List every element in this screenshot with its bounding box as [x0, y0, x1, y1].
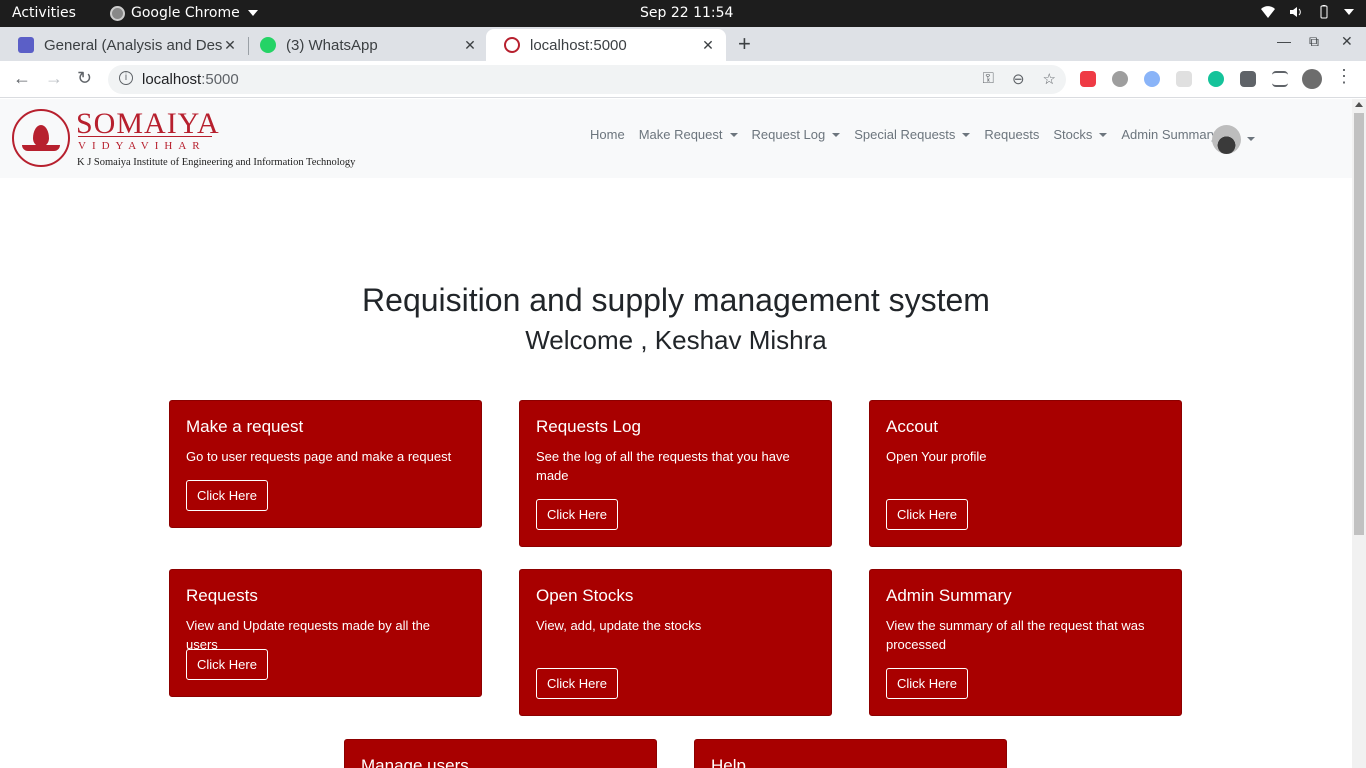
- star-icon[interactable]: ☆: [1043, 70, 1056, 88]
- click-here-button[interactable]: Click Here: [536, 668, 618, 699]
- nav-admin-summary[interactable]: Admin Summary: [1121, 127, 1217, 142]
- grammarly-icon[interactable]: [1208, 71, 1224, 87]
- card-account: Accout Open Your profile Click Here: [869, 400, 1182, 547]
- tab-localhost[interactable]: localhost:5000 ✕: [486, 29, 726, 61]
- click-here-button[interactable]: Click Here: [186, 480, 268, 511]
- tab-teams[interactable]: General (Analysis and Des ✕: [0, 29, 248, 61]
- click-here-button[interactable]: Click Here: [186, 649, 268, 680]
- wifi-icon: [1261, 6, 1275, 18]
- page-scrollbar[interactable]: [1352, 99, 1366, 768]
- clock[interactable]: Sep 22 11:54: [640, 5, 733, 21]
- battery-icon: [1320, 5, 1328, 19]
- card-description: View the summary of all the request that…: [886, 618, 1145, 652]
- volume-icon: [1290, 7, 1301, 17]
- card-requests-log: Requests Log See the log of all the requ…: [519, 400, 832, 547]
- tab-title: localhost:5000: [530, 36, 627, 54]
- restore-button[interactable]: ⧉: [1309, 33, 1319, 50]
- tab-whatsapp[interactable]: (3) WhatsApp ✕: [242, 29, 488, 61]
- app-menu[interactable]: Google Chrome: [110, 5, 258, 21]
- chrome-menu-icon[interactable]: ⋮: [1335, 66, 1353, 87]
- click-here-button[interactable]: Click Here: [536, 499, 618, 530]
- card-description: View, add, update the stocks: [536, 618, 702, 633]
- somaiya-seal-icon: [12, 109, 70, 167]
- scrollbar-thumb[interactable]: [1354, 113, 1364, 535]
- card-description: Open Your profile: [886, 449, 987, 464]
- puzzle-icon[interactable]: [1240, 71, 1256, 87]
- zoom-icon[interactable]: ⊖: [1012, 70, 1025, 88]
- card-description: See the log of all the requests that you…: [536, 449, 790, 483]
- grid-extension-icon[interactable]: [1176, 71, 1192, 87]
- close-icon[interactable]: ✕: [700, 37, 716, 54]
- key-icon[interactable]: ⚿: [983, 70, 994, 88]
- click-here-button[interactable]: Click Here: [886, 499, 968, 530]
- forward-icon[interactable]: →: [45, 68, 63, 89]
- os-top-bar: Activities Google Chrome Sep 22 11:54: [0, 0, 1366, 27]
- address-bar[interactable]: i localhost:5000 ⚿ ⊖ ☆: [108, 65, 1066, 94]
- card-manage-users: Manage users: [344, 739, 657, 768]
- card-make-request: Make a request Go to user requests page …: [169, 400, 482, 528]
- close-icon[interactable]: ✕: [462, 37, 478, 54]
- main-menu: Home Make Request Request Log Special Re…: [590, 127, 1231, 142]
- window-close-button[interactable]: ✕: [1341, 33, 1353, 50]
- institute-name: K J Somaiya Institute of Engineering and…: [77, 157, 356, 168]
- card-description: View and Update requests made by all the…: [186, 618, 431, 652]
- card-description: Go to user requests page and make a requ…: [186, 449, 452, 464]
- info-icon[interactable]: i: [119, 71, 133, 85]
- new-tab-button[interactable]: +: [738, 31, 751, 57]
- scroll-up-icon[interactable]: [1355, 102, 1363, 107]
- page-title: Requisition and supply management system: [362, 282, 990, 318]
- card-open-stocks: Open Stocks View, add, update the stocks…: [519, 569, 832, 716]
- teams-icon: [18, 37, 34, 53]
- site-navbar: SOMAIYA VIDYAVIHAR K J Somaiya Institute…: [0, 99, 1352, 178]
- card-title: Open Stocks: [536, 586, 634, 605]
- card-title: Manage users: [361, 756, 469, 768]
- somaiya-favicon-icon: [504, 37, 520, 53]
- browser-toolbar: ← → ↻ i localhost:5000 ⚿ ⊖ ☆ ⋮: [0, 61, 1366, 98]
- welcome-text: Welcome , Keshav Mishra: [525, 325, 827, 355]
- tab-strip: General (Analysis and Des ✕ (3) WhatsApp…: [0, 27, 1366, 61]
- app-name: Google Chrome: [131, 5, 240, 21]
- tab-title: (3) WhatsApp: [286, 36, 378, 54]
- card-requests: Requests View and Update requests made b…: [169, 569, 482, 697]
- profile-avatar[interactable]: [1302, 69, 1322, 89]
- pocket-extension-icon[interactable]: [1080, 71, 1096, 87]
- card-title: Accout: [886, 417, 938, 436]
- card-title: Requests: [186, 586, 258, 605]
- card-title: Requests Log: [536, 417, 641, 436]
- card-admin-summary: Admin Summary View the summary of all th…: [869, 569, 1182, 716]
- click-here-button[interactable]: Click Here: [886, 668, 968, 699]
- nav-requests[interactable]: Requests: [984, 127, 1039, 142]
- back-icon[interactable]: ←: [13, 68, 31, 89]
- card-title: Help: [711, 756, 746, 768]
- omnibox-actions: ⚿ ⊖ ☆: [983, 70, 1056, 88]
- tab-title: General (Analysis and Des: [44, 36, 222, 54]
- card-help: Help: [694, 739, 1007, 768]
- chevron-down-icon[interactable]: [1247, 137, 1255, 141]
- activities-button[interactable]: Activities: [12, 5, 76, 21]
- url-text[interactable]: localhost:5000: [142, 71, 239, 88]
- chevron-down-icon: [247, 10, 258, 16]
- nav-request-log[interactable]: Request Log: [752, 127, 841, 142]
- close-icon[interactable]: ✕: [222, 37, 238, 54]
- user-avatar[interactable]: [1212, 125, 1241, 154]
- system-tray[interactable]: [1260, 4, 1354, 20]
- bug-extension-icon[interactable]: [1112, 71, 1128, 87]
- card-title: Make a request: [186, 417, 304, 436]
- nav-make-request[interactable]: Make Request: [639, 127, 738, 142]
- page-content: SOMAIYA VIDYAVIHAR K J Somaiya Institute…: [0, 99, 1352, 768]
- reload-icon[interactable]: ↻: [77, 68, 92, 89]
- nav-home[interactable]: Home: [590, 127, 625, 142]
- power-menu-caret-icon: [1344, 9, 1354, 15]
- whatsapp-icon: [260, 37, 276, 53]
- extension-icon[interactable]: [1144, 71, 1160, 87]
- minimize-button[interactable]: —: [1277, 33, 1291, 49]
- nav-stocks[interactable]: Stocks: [1053, 127, 1107, 142]
- chrome-icon: [110, 5, 125, 21]
- card-title: Admin Summary: [886, 586, 1012, 605]
- nav-special-requests[interactable]: Special Requests: [854, 127, 970, 142]
- media-controls-icon[interactable]: [1272, 71, 1288, 87]
- somaiya-logo[interactable]: SOMAIYA VIDYAVIHAR K J Somaiya Institute…: [12, 107, 382, 171]
- brand-sub: VIDYAVIHAR: [78, 140, 206, 152]
